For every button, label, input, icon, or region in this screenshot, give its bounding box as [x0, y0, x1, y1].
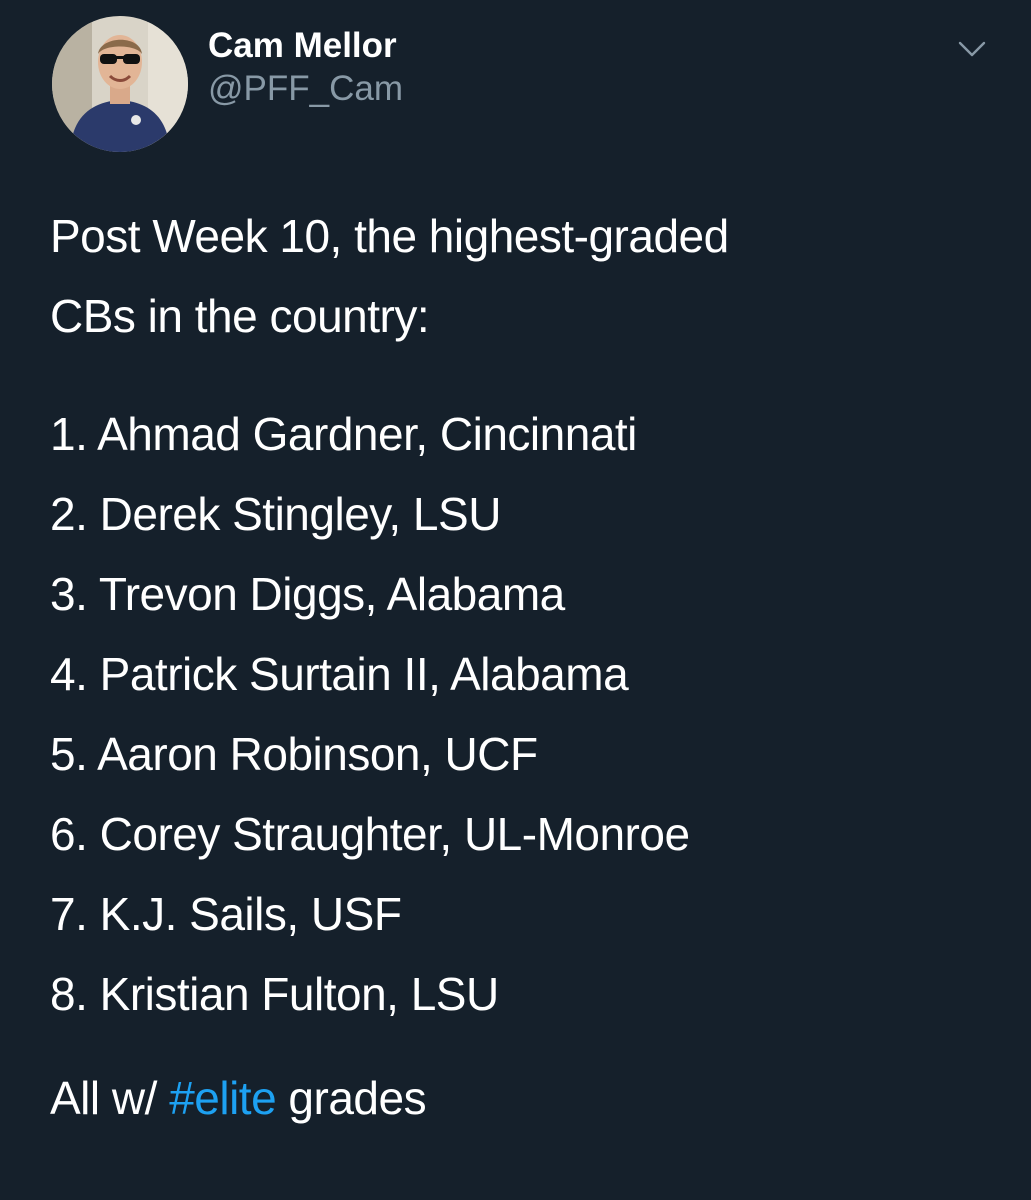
list-item: 2. Derek Stingley, LSU	[50, 488, 501, 540]
avatar-image	[52, 16, 188, 152]
list-item: 5. Aaron Robinson, UCF	[50, 728, 538, 780]
tweet-intro-line: Post Week 10, the highest-graded	[50, 210, 729, 262]
list-item: 4. Patrick Surtain II, Alabama	[50, 648, 629, 700]
hashtag-link[interactable]: #elite	[169, 1072, 276, 1124]
list-item: 7. K.J. Sails, USF	[50, 888, 402, 940]
outro-suffix: grades	[276, 1072, 427, 1124]
outro-prefix: All w/	[50, 1072, 170, 1124]
list-item: 3. Trevon Diggs, Alabama	[50, 568, 565, 620]
tweet-text: Post Week 10, the highest-graded CBs in …	[50, 196, 1010, 1138]
chevron-down-icon[interactable]	[955, 36, 989, 62]
author-handle[interactable]: @PFF_Cam	[208, 66, 403, 112]
list-item: 1. Ahmad Gardner, Cincinnati	[50, 408, 637, 460]
tweet: Cam Mellor @PFF_Cam Post Week 10, the hi…	[0, 0, 1031, 1200]
tweet-intro: Post Week 10, the highest-graded CBs in …	[50, 196, 1010, 356]
ranking-list: 1. Ahmad Gardner, Cincinnati 2. Derek St…	[50, 394, 1010, 1034]
list-item: 8. Kristian Fulton, LSU	[50, 968, 499, 1020]
tweet-outro: All w/ #elite grades	[50, 1058, 1010, 1138]
list-item: 6. Corey Straughter, UL-Monroe	[50, 808, 690, 860]
author-block: Cam Mellor @PFF_Cam	[208, 26, 403, 112]
avatar[interactable]	[52, 16, 188, 152]
tweet-intro-line: CBs in the country:	[50, 290, 430, 342]
author-display-name[interactable]: Cam Mellor	[208, 26, 403, 66]
